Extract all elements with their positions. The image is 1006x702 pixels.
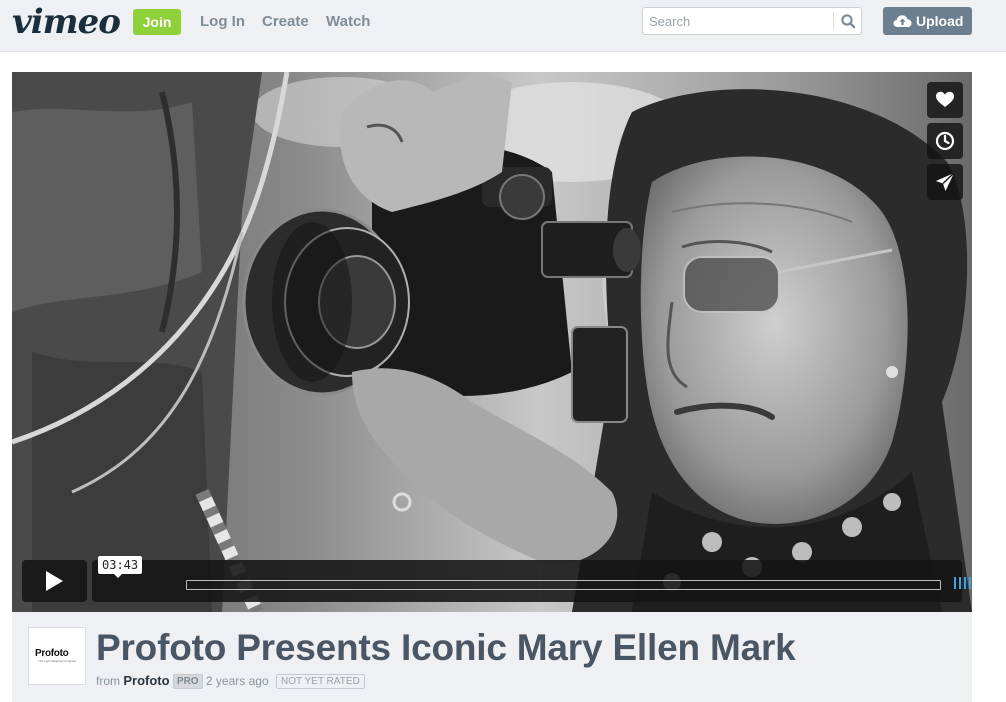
create-link[interactable]: Create [262,13,309,30]
author-link[interactable]: Profoto [123,673,169,688]
rating-badge: NOT YET RATED [275,674,365,689]
watch-later-button[interactable] [927,123,963,159]
channel-logo-wordmark: Profoto [35,648,69,659]
volume-bars-icon [954,577,971,589]
vimeo-logo[interactable]: vimeo [12,2,121,42]
cloud-upload-icon [893,15,912,27]
player-controls: HD 03:43 [22,556,971,602]
upload-label: Upload [916,13,964,29]
progress-bar[interactable] [186,580,941,590]
time-badge-pointer [114,574,122,578]
like-button[interactable] [927,82,963,118]
clock-icon [935,131,955,151]
search-icon [841,14,856,29]
join-button[interactable]: Join [133,9,181,35]
video-byline: from Profoto PRO 2 years ago NOT YET RAT… [96,673,365,689]
search-divider [833,12,834,30]
channel-avatar[interactable]: Profoto The Light Shaping Company [28,627,86,685]
upload-age: 2 years ago [205,674,269,688]
from-label: from [96,674,120,688]
search-input[interactable] [643,8,833,34]
video-player[interactable]: HD 03:43 [12,72,972,612]
top-navigation-bar: vimeo Join Log In Create Watch Upload [0,0,1006,52]
play-icon [46,571,63,591]
volume-control[interactable] [954,576,972,589]
search-box [642,7,862,35]
current-time-badge: 03:43 [98,556,143,574]
search-button[interactable] [837,11,859,31]
heart-icon [936,91,954,107]
share-button[interactable] [927,164,963,200]
video-title: Profoto Presents Iconic Mary Ellen Mark [96,627,796,668]
play-button[interactable] [22,560,87,602]
login-link[interactable]: Log In [200,13,245,30]
watch-link[interactable]: Watch [326,13,370,30]
control-bar: HD [92,560,971,602]
video-info-panel: Profoto The Light Shaping Company Profot… [12,612,972,702]
channel-logo-tagline: The Light Shaping Company [38,659,77,663]
upload-button[interactable]: Upload [883,7,972,35]
send-icon [936,172,955,191]
pro-badge: PRO [172,674,203,689]
video-frame [12,72,972,612]
